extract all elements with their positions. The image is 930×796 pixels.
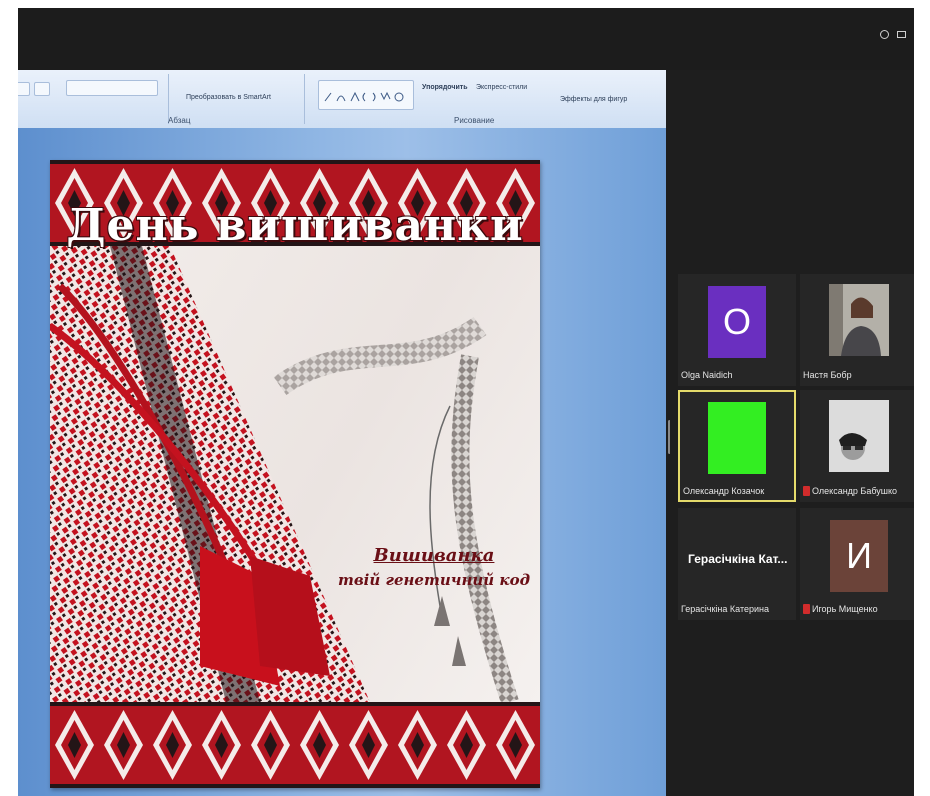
participant-name: Герасічкіна Катерина [681, 604, 769, 614]
participant-video [829, 400, 889, 472]
presentation-slide: День вишиванки Вишиванка твій генетичний… [50, 160, 540, 788]
muted-mic-icon [803, 604, 810, 614]
embroidered-cloth-image [50, 246, 540, 705]
paragraph-align-buttons[interactable] [66, 80, 158, 96]
participant-tile[interactable]: И Игорь Мищенко [800, 508, 914, 620]
video-frame-person [829, 284, 889, 356]
participant-name: Игорь Мищенко [812, 604, 878, 614]
view-controls [880, 30, 906, 39]
participant-tile[interactable]: Герасічкіна Кат... Герасічкіна Катерина [678, 508, 796, 620]
participant-tile-active[interactable]: Олександр Козачок [678, 390, 796, 502]
group-label-paragraph: Абзац [168, 116, 191, 125]
participant-video [829, 284, 889, 356]
avatar: O [708, 286, 766, 358]
participant-tile[interactable]: Олександр Бабушко [800, 390, 914, 502]
record-status-icon[interactable] [880, 30, 889, 39]
participant-name: Olga Naidich [681, 370, 733, 380]
meeting-window: Преобразовать в SmartArt Упорядочить Экс… [18, 8, 914, 796]
shapes-gallery[interactable] [318, 80, 414, 110]
meeting-top-bar [18, 8, 914, 70]
caption-line-2: твій генетичний код [337, 571, 531, 589]
embroidery-illustration [50, 246, 519, 705]
muted-mic-icon [803, 486, 810, 496]
ribbon-separator [304, 74, 305, 124]
participant-name: Олександр Бабушко [812, 486, 898, 496]
participant-name: Настя Бобр [803, 370, 852, 380]
slide-caption: Вишиванка твій генетичний код [328, 544, 540, 592]
caption-line-1: Вишиванка [373, 545, 495, 566]
shape-effects-button[interactable]: Эффекты для фигур [560, 96, 627, 103]
gallery-view-icon[interactable] [897, 31, 906, 38]
participant-tile-title: Герасічкіна Кат... [688, 552, 788, 566]
avatar: И [830, 520, 888, 592]
powerpoint-ribbon: Преобразовать в SmartArt Упорядочить Экс… [18, 70, 666, 129]
participant-tile[interactable]: O Olga Naidich [678, 274, 796, 386]
avatar-green [708, 402, 766, 474]
text-direction-button[interactable] [34, 82, 50, 96]
quick-styles-button[interactable]: Экспресс-стили [476, 84, 527, 91]
arrange-button[interactable]: Упорядочить [422, 84, 468, 91]
participant-tile[interactable]: Настя Бобр [800, 274, 914, 386]
video-frame-person [829, 400, 889, 472]
align-left-button[interactable] [18, 82, 30, 96]
group-label-drawing: Рисование [454, 116, 495, 125]
convert-smartart-button[interactable]: Преобразовать в SmartArt [186, 94, 271, 101]
shared-screen: Преобразовать в SmartArt Упорядочить Экс… [18, 70, 666, 796]
slide-title: День вишиванки [66, 200, 524, 251]
participant-name: Олександр Козачок [683, 486, 765, 496]
ornament-bottom [50, 702, 540, 788]
embroidery-band-bottom [50, 702, 540, 788]
participant-gallery: O Olga Naidich Настя Бобр Олександр Коза… [670, 70, 914, 796]
shapes-icon [324, 91, 404, 102]
